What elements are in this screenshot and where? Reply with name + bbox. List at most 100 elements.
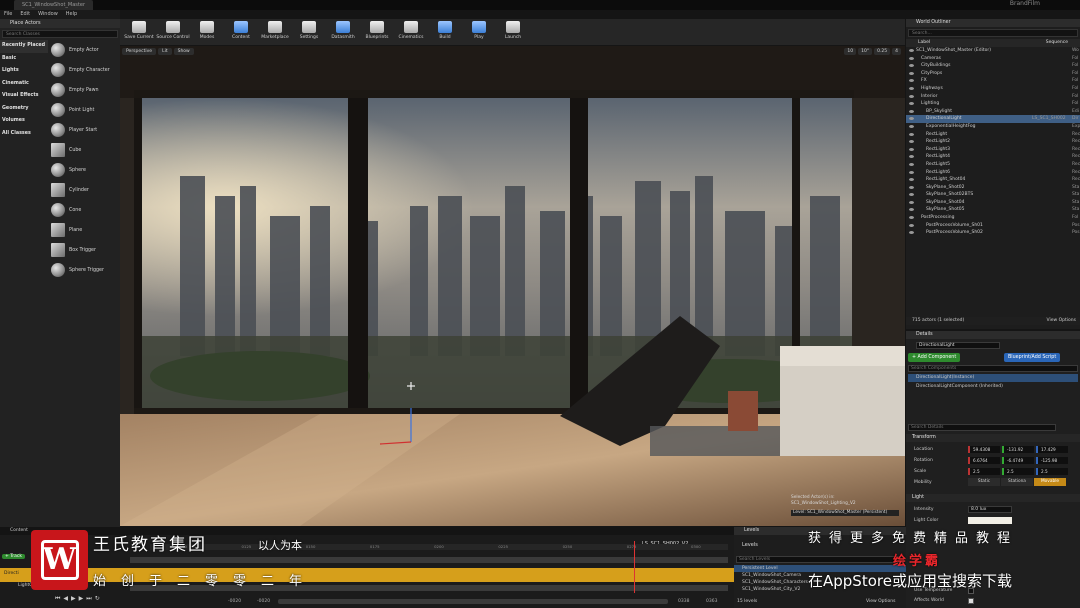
perspective-dropdown[interactable]: Perspective xyxy=(122,48,157,55)
rotation-z[interactable]: -125.98 xyxy=(1036,457,1068,464)
save-current-button[interactable]: Save Current xyxy=(122,19,156,45)
content-button[interactable]: Content xyxy=(224,19,258,45)
visibility-eye-icon[interactable] xyxy=(909,147,914,151)
visibility-eye-icon[interactable] xyxy=(909,200,914,204)
visibility-eye-icon[interactable] xyxy=(909,124,914,128)
outliner-row[interactable]: RectLight3 Rec xyxy=(906,146,1080,154)
outliner-row[interactable]: SkyPlane_Shot02BTS Sta xyxy=(906,191,1080,199)
affects-world-checkbox[interactable] xyxy=(968,598,974,604)
timeline-track[interactable] xyxy=(130,557,728,563)
mobility-static[interactable]: Static xyxy=(968,478,1000,486)
frame-start[interactable]: -0020 xyxy=(228,599,241,604)
outliner-row[interactable]: DirectionalLight LS_SC1_SH002 Dir xyxy=(906,115,1080,123)
actor-item[interactable]: Point Light xyxy=(49,100,120,120)
actor-item[interactable]: Empty Actor xyxy=(49,40,120,60)
mobility-stationary[interactable]: Stationa xyxy=(1001,478,1033,486)
timeline-scrollbar[interactable] xyxy=(278,599,668,604)
camera-speed-value[interactable]: 4 xyxy=(892,48,901,55)
blueprint-script-button[interactable]: Blueprint/Add Script xyxy=(1004,353,1061,362)
category-lights[interactable]: Lights xyxy=(0,65,48,78)
actor-item[interactable]: Cone xyxy=(49,200,120,220)
outliner-row[interactable]: RectLight4 Rec xyxy=(906,153,1080,161)
rotation-y[interactable]: -6.4749 xyxy=(1002,457,1034,464)
add-component-button[interactable]: + Add Component xyxy=(908,353,961,362)
scale-x[interactable]: 2.5 xyxy=(968,468,1000,475)
category-cinematic[interactable]: Cinematic xyxy=(0,78,48,91)
outliner-row[interactable]: PostProcessing Fol xyxy=(906,214,1080,222)
outliner-row[interactable]: BP_Skylight Edi xyxy=(906,108,1080,116)
visibility-eye-icon[interactable] xyxy=(909,231,914,235)
location-y[interactable]: -131.92 xyxy=(1002,446,1034,453)
location-z[interactable]: 17.429 xyxy=(1036,446,1068,453)
rotation-x[interactable]: 6.6764 xyxy=(968,457,1000,464)
visibility-eye-icon[interactable] xyxy=(909,56,914,60)
visibility-eye-icon[interactable] xyxy=(909,178,914,182)
category-visual-effects[interactable]: Visual Effects xyxy=(0,90,48,103)
angle-snap-value[interactable]: 10° xyxy=(858,48,873,55)
category-basic[interactable]: Basic xyxy=(0,53,48,66)
visibility-eye-icon[interactable] xyxy=(909,208,914,212)
build-button[interactable]: Build xyxy=(428,19,462,45)
outliner-row[interactable]: Interior Fol xyxy=(906,93,1080,101)
outliner-row[interactable]: Lighting Fol xyxy=(906,100,1080,108)
level-viewport[interactable]: Perspective Lit Show 10 10° 0.25 4 Selec… xyxy=(120,46,905,526)
visibility-eye-icon[interactable] xyxy=(909,109,914,113)
scale-y[interactable]: 2.5 xyxy=(1002,468,1034,475)
outliner-row[interactable]: RectLight2 Rec xyxy=(906,138,1080,146)
transform-section[interactable]: Transform xyxy=(906,434,1080,442)
visibility-eye-icon[interactable] xyxy=(909,102,914,106)
cinematics-button[interactable]: Cinematics xyxy=(394,19,428,45)
visibility-eye-icon[interactable] xyxy=(909,140,914,144)
outliner-row[interactable]: RectLight6 Rec xyxy=(906,169,1080,177)
col-label[interactable]: Label xyxy=(918,39,930,47)
menu-edit[interactable]: Edit xyxy=(20,10,30,19)
visibility-eye-icon[interactable] xyxy=(909,64,914,68)
visibility-eye-icon[interactable] xyxy=(909,185,914,189)
visibility-eye-icon[interactable] xyxy=(909,132,914,136)
frame-start-view[interactable]: -0020 xyxy=(257,599,270,604)
loop-icon[interactable]: ↻ xyxy=(95,595,100,603)
category-recently-placed[interactable]: Recently Placed xyxy=(0,40,48,53)
visibility-eye-icon[interactable] xyxy=(909,162,914,166)
visibility-eye-icon[interactable] xyxy=(909,86,914,90)
actor-item[interactable]: Sphere Trigger xyxy=(49,260,120,280)
scale-z[interactable]: 2.5 xyxy=(1036,468,1068,475)
menu-help[interactable]: Help xyxy=(66,10,77,19)
frame-end-view[interactable]: 0363 xyxy=(706,599,717,604)
component-root[interactable]: DirectionalLight(Instance) xyxy=(908,374,1078,382)
timeline-ruler[interactable]: 0100 0125 0150 0175 0200 0225 0250 0275 … xyxy=(150,544,728,550)
visibility-eye-icon[interactable] xyxy=(909,117,914,121)
outliner-row[interactable]: CityBuildings Fol xyxy=(906,62,1080,70)
visibility-eye-icon[interactable] xyxy=(909,170,914,174)
launch-button[interactable]: Launch xyxy=(496,19,530,45)
outliner-row[interactable]: SC1_WindowShot_Master (Editor) Wo xyxy=(906,47,1080,55)
category-geometry[interactable]: Geometry xyxy=(0,103,48,116)
outliner-row[interactable]: SkyPlane_Shot02 Sta xyxy=(906,184,1080,192)
visibility-eye-icon[interactable] xyxy=(909,71,914,75)
component-child[interactable]: DirectionalLightComponent (Inherited) xyxy=(916,384,1003,389)
menu-file[interactable]: File xyxy=(4,10,12,19)
visibility-eye-icon[interactable] xyxy=(909,155,914,159)
actor-item[interactable]: Empty Character xyxy=(49,60,120,80)
visibility-eye-icon[interactable] xyxy=(909,223,914,227)
view-options-button[interactable]: View Options xyxy=(1047,317,1076,325)
source-control-button[interactable]: Source Control xyxy=(156,19,190,45)
outliner-row[interactable]: ExponentialHeightFog Exp xyxy=(906,123,1080,131)
outliner-row[interactable]: SkyPlane_Shot04 Sta xyxy=(906,199,1080,207)
levels-view-options[interactable]: View Options xyxy=(866,599,895,604)
outliner-row[interactable]: SkyPlane_Shot05 Sta xyxy=(906,206,1080,214)
mobility-movable[interactable]: Movable xyxy=(1034,478,1066,486)
col-sequence[interactable]: Sequence xyxy=(1046,39,1068,47)
show-dropdown[interactable]: Show xyxy=(173,48,194,55)
outliner-row[interactable]: Highways Fol xyxy=(906,85,1080,93)
levels-dropdown[interactable]: Levels xyxy=(742,542,758,548)
datasmith-button[interactable]: Datasmith xyxy=(326,19,360,45)
blueprints-button[interactable]: Blueprints xyxy=(360,19,394,45)
actor-item[interactable]: Cube xyxy=(49,140,120,160)
category-volumes[interactable]: Volumes xyxy=(0,115,48,128)
outliner-row[interactable]: RectLight Rec xyxy=(906,131,1080,139)
intensity-field[interactable]: 8.0 lux xyxy=(968,506,1012,513)
levels-search[interactable]: Search Levels xyxy=(736,556,904,563)
visibility-eye-icon[interactable] xyxy=(909,49,914,52)
outliner-row[interactable]: PostProcessVolume_Sh01 Pos xyxy=(906,222,1080,230)
